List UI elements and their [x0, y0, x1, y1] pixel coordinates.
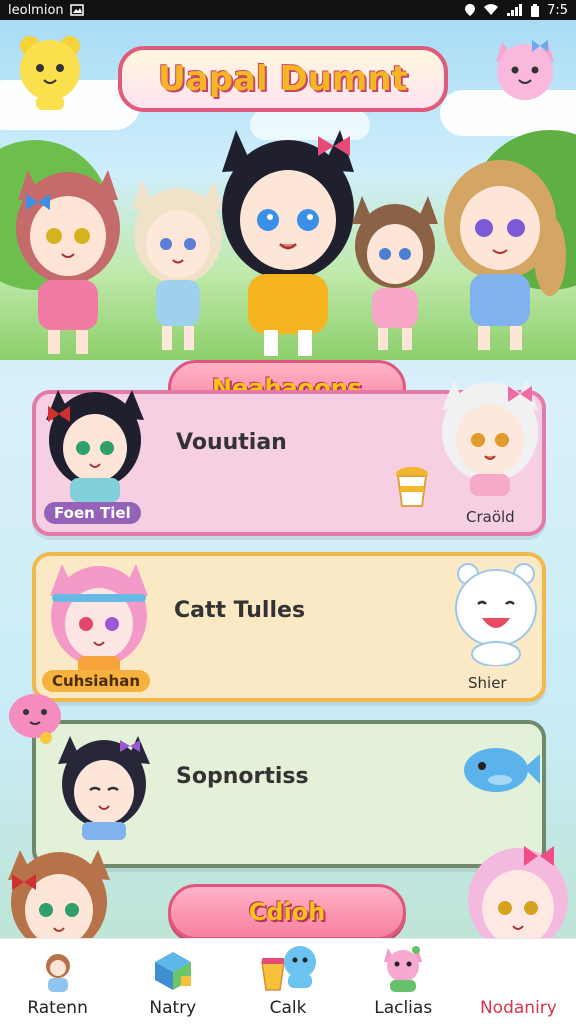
clock-label: 7:5	[547, 2, 568, 18]
black-cat-girl-winking-icon	[58, 736, 150, 840]
pet-icon	[384, 946, 423, 992]
section-banner-bottom[interactable]: Cdioh	[168, 884, 406, 940]
card-2-right-tag: Shier	[468, 674, 507, 692]
card-1-right-tag: Craöld	[466, 508, 515, 526]
cat-girl-red-icon	[16, 170, 120, 354]
hero-banner: Uapal Dumnt	[0, 20, 576, 360]
card-1-left-tag: Foen Tiel	[44, 502, 141, 524]
card-1-title: Vouutian	[176, 430, 287, 455]
bear-mascot-icon	[20, 36, 80, 110]
battery-icon	[531, 3, 540, 17]
pink-cat-girl-icon	[50, 564, 148, 674]
nav-item-nodaniry[interactable]: Nodaniry	[461, 939, 576, 1024]
girl-twintail-icon	[444, 160, 566, 350]
nav-label-natry: Natry	[149, 998, 197, 1018]
main-cat-girl-icon	[222, 130, 354, 356]
nav-label-calk: Calk	[269, 998, 307, 1018]
nav-label-nodaniry: Nodaniry	[479, 998, 557, 1018]
nav-item-laclias[interactable]: Laclias	[346, 939, 461, 1024]
nav-label-laclias: Laclias	[374, 998, 433, 1018]
bottom-nav: Ratenn Natry Calk Laclias Nodaniry	[0, 938, 576, 1024]
card-2-title: Catt Tulles	[174, 598, 306, 623]
wifi-icon	[484, 4, 499, 16]
nav-item-natry[interactable]: Natry	[115, 939, 230, 1024]
character-icon	[45, 954, 70, 992]
nav-item-ratenn[interactable]: Ratenn	[0, 939, 115, 1024]
gift-box-icon	[154, 952, 191, 990]
location-icon	[465, 4, 476, 16]
image-icon	[69, 4, 84, 16]
cat-girl-brown-icon	[352, 196, 438, 350]
pink-cat-mascot-icon	[496, 40, 554, 100]
black-cat-girl-icon	[46, 390, 144, 502]
cup-mascot-icon	[261, 946, 316, 991]
card-3-title: Sopnortiss	[176, 764, 309, 789]
app-title: Uapal Dumnt	[118, 46, 448, 112]
status-bar: leolmion 7:5	[0, 0, 576, 20]
nav-item-calk[interactable]: Calk	[230, 939, 345, 1024]
card-2[interactable]: Cuhsiahan Catt Tulles Shier	[32, 552, 546, 702]
white-seal-mascot-icon	[455, 563, 537, 666]
card-1[interactable]: Foen Tiel Vouutian Craöld	[32, 380, 546, 536]
cup-icon	[396, 467, 428, 507]
blue-fish-mascot-icon	[464, 748, 540, 792]
signal-icon	[507, 4, 523, 16]
pink-blob-mascot-icon	[9, 694, 61, 744]
carrier-label: leolmion	[8, 2, 64, 18]
white-cat-girl-icon	[442, 380, 538, 496]
nav-label-ratenn: Ratenn	[27, 998, 88, 1018]
hero-characters	[0, 130, 576, 360]
